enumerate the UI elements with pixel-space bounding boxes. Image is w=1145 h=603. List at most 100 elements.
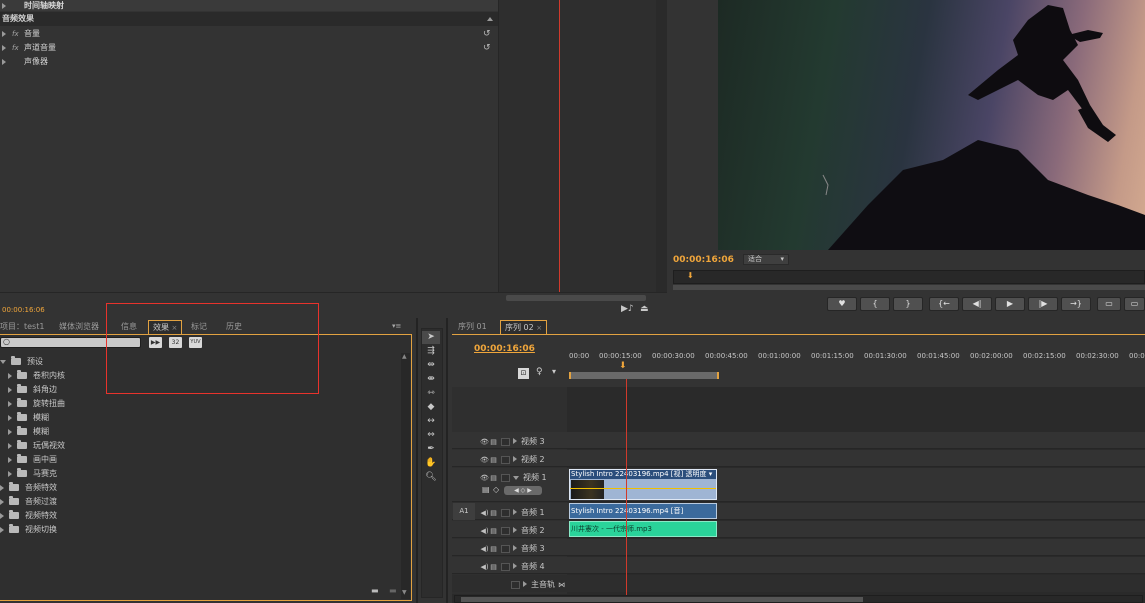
expand-arrow-icon[interactable] [8,414,12,421]
rolling-edit-tool-icon[interactable]: ⇼ [422,373,440,386]
track-select-tool-icon[interactable]: ⇶ [422,345,440,358]
video-clip[interactable]: Stylish Intro 22403196.mp4 [视] 透明度 ▾ [569,469,717,500]
expand-arrow-icon[interactable] [513,509,517,515]
tree-folder-audio-effects[interactable]: 音频特效 [0,481,57,495]
tree-folder-item[interactable]: 模糊 [8,425,49,439]
delete-icon[interactable]: ▬ [389,586,397,595]
step-back-button[interactable]: ◀| [962,297,992,311]
hand-tool-icon[interactable]: ✋ [422,457,440,470]
lock-toggle[interactable] [501,455,510,464]
panel-menu-icon[interactable]: ▾≡ [392,322,401,330]
filmstrip-icon[interactable]: ▤ [489,474,498,482]
export-icon[interactable]: ⏏ [640,304,649,314]
collapse-arrow-icon[interactable] [513,476,519,480]
work-area-bar[interactable] [569,372,719,379]
lock-toggle[interactable] [501,508,510,517]
tree-folder-item[interactable]: 斜角边 [8,383,57,397]
tab-sequence-02[interactable]: 序列 02 × [500,320,548,334]
track-header-video2[interactable]: 👁︎▤ 视频 2 [480,454,595,465]
step-forward-button[interactable]: |▶ [1028,297,1058,311]
ec-row-panner[interactable]: 声像器 [0,55,498,69]
waveform-icon[interactable]: ▤ [489,527,498,535]
expand-arrow-icon[interactable] [0,359,6,364]
expand-arrow-icon[interactable] [8,428,12,435]
lock-toggle[interactable] [511,580,520,589]
expand-arrow-icon[interactable] [8,470,12,477]
keyframe-navigator[interactable]: ◀ ◇ ▶ [504,486,542,495]
expand-arrow-icon[interactable] [0,484,4,491]
go-to-out-button[interactable]: →} [1061,297,1091,311]
snap-icon[interactable]: ⊡ [518,368,529,379]
tree-folder-video-transitions[interactable]: 视频切换 [0,523,57,537]
eye-icon[interactable]: 👁︎ [480,456,489,464]
extract-button[interactable]: ▭ [1124,297,1145,311]
waveform-icon[interactable]: ▤ [489,509,498,517]
eye-icon[interactable]: 👁︎ [480,438,489,446]
slide-tool-icon[interactable]: ⇔ [422,429,440,442]
new-bin-icon[interactable]: ▬ [371,586,379,595]
mark-out-button[interactable]: } [893,297,923,311]
tab-project[interactable]: 项目：test1 [0,320,48,334]
add-marker-button[interactable]: ♥ [827,297,857,311]
tab-media-browser[interactable]: 媒体浏览器 [55,320,103,334]
audio-clip[interactable]: Stylish Intro 22403196.mp4 [音] [569,503,717,519]
expand-arrow-icon[interactable] [513,563,517,569]
waveform-icon[interactable]: ▤ [489,545,498,553]
tree-folder-item[interactable]: 模糊 [8,411,49,425]
expand-arrow-icon[interactable] [2,31,6,37]
reset-icon[interactable]: ↺ [483,27,491,41]
timeline-timecode[interactable]: 00:00:16:06 [474,344,535,354]
timeline-scroll-thumb[interactable] [461,597,863,602]
tab-sequence-01[interactable]: 序列 01 [454,320,491,334]
time-ruler[interactable]: 00:00 00:00:15:00 00:00:30:00 00:00:45:0… [567,335,1145,387]
play-button[interactable]: ▶ [995,297,1025,311]
waveform-icon[interactable]: ▤ [489,563,498,571]
ripple-edit-tool-icon[interactable]: ⇹ [422,359,440,372]
ec-scrollbar-h[interactable] [506,295,646,301]
close-icon[interactable]: × [536,324,542,332]
expand-arrow-icon[interactable] [0,526,4,533]
display-style-icon[interactable]: ▤ [482,485,490,494]
expand-arrow-icon[interactable] [2,59,6,65]
lock-toggle[interactable] [501,473,510,482]
lock-toggle[interactable] [501,437,510,446]
effects-scrollbar-v[interactable]: ▲ ▼ [401,353,410,599]
opacity-rubberband[interactable] [570,488,716,489]
eye-icon[interactable]: 👁︎ [480,474,489,482]
expand-arrow-icon[interactable] [8,456,12,463]
tree-folder-presets[interactable]: 预设 [0,355,43,369]
audio-preview-icon[interactable]: ▶♪ [621,304,634,314]
fit-dropdown[interactable]: 适合 ▾ [743,254,789,265]
track-header-audio3[interactable]: ◀) ▤ 音频 3 [480,543,595,554]
playhead-handle-icon[interactable]: ⬇ [619,361,627,371]
lift-button[interactable]: ▭ [1097,297,1121,311]
timeline-scrollbar-h[interactable] [454,595,1143,603]
collapse-up-icon[interactable] [487,17,493,21]
expand-arrow-icon[interactable] [513,456,517,462]
tree-folder-item[interactable]: 玩偶视效 [8,439,65,453]
track-header-master[interactable]: 主音轨 ⋈ [508,579,623,590]
expand-arrow-icon[interactable] [0,512,4,519]
tree-folder-audio-transitions[interactable]: 音频过渡 [0,495,57,509]
razor-tool-icon[interactable]: ◆ [422,401,440,414]
program-zoom-bar[interactable] [673,285,1145,290]
reset-icon[interactable]: ↺ [483,41,491,55]
playhead-marker-icon[interactable]: ⬇ [687,271,694,280]
tree-folder-item[interactable]: 卷积内核 [8,369,65,383]
speaker-icon[interactable]: ◀) [480,545,489,553]
track-header-audio4[interactable]: ◀) ▤ 音频 4 [480,561,595,572]
tree-folder-item[interactable]: 旋转扭曲 [8,397,65,411]
ec-row-volume[interactable]: fx 音量 ↺ [0,27,498,41]
expand-arrow-icon[interactable] [2,3,6,9]
tree-folder-video-effects[interactable]: 视频特效 [0,509,57,523]
ec-row-channel-volume[interactable]: fx 声道音量 ↺ [0,41,498,55]
lock-toggle[interactable] [501,544,510,553]
tree-folder-item[interactable]: 画中画 [8,453,57,467]
filmstrip-icon[interactable]: ▤ [489,438,498,446]
ec-timecode[interactable]: 00:00:16:06 [2,306,45,314]
mark-in-button[interactable]: { [860,297,890,311]
music-clip[interactable]: 川井憲次 - 一代宗师.mp3 [569,521,717,537]
scroll-down-icon[interactable]: ▼ [402,589,407,596]
lock-toggle[interactable] [501,526,510,535]
speaker-icon[interactable]: ◀) [480,563,489,571]
